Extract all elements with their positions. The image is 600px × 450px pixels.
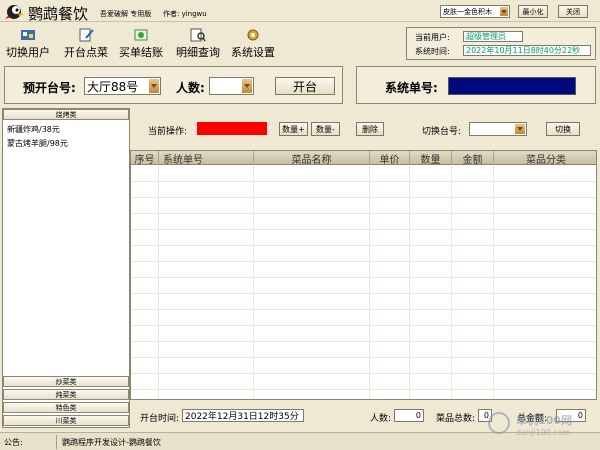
parrot-logo-icon <box>3 2 25 20</box>
chevron-down-icon[interactable] <box>242 79 252 93</box>
footer-people-value: 0 <box>415 411 421 420</box>
category-stirfry-tab[interactable]: 炒菜类 <box>3 376 129 387</box>
col-unit-price[interactable]: 单价 <box>370 151 410 166</box>
author-label: 作者: yingwu <box>163 10 207 18</box>
current-operation-field <box>197 122 267 135</box>
order-number-panel: 系统单号: <box>356 66 596 104</box>
checkout-label: 买单结账 <box>119 46 163 59</box>
current-user-value: 超级管理员 <box>466 32 506 41</box>
app-subtitle: 吾爱破解 专用版 <box>100 10 152 18</box>
watermark-text: danji100.com <box>516 428 571 437</box>
open-table-panel: 预开台号: 大厅88号 人数: 开台 <box>4 66 343 104</box>
skin-select[interactable]: 皮肤一金色积木 <box>440 5 510 18</box>
dish-list-item[interactable]: 蒙古烤羊腿/98元 <box>7 138 68 149</box>
settings-button[interactable]: 系统设置 <box>231 28 275 62</box>
category-sichuan-tab[interactable]: 川菜类 <box>3 415 129 426</box>
open-time-label: 开台时间: <box>140 414 180 424</box>
col-dish-name[interactable]: 菜品名称 <box>254 151 370 166</box>
switch-table-button[interactable]: 切换 <box>546 122 580 136</box>
table-number-label: 预开台号: <box>23 81 76 95</box>
order-table[interactable]: 序号 系统单号 菜品名称 单价 数量 金额 菜品分类 <box>130 150 597 400</box>
system-time-field: 2022年10月11日8时40分22秒 <box>463 45 591 56</box>
watermark: 单机100网 danji100.com <box>488 408 588 444</box>
open-time-field: 2022年12月31日12时35分 <box>182 409 304 422</box>
notice-divider <box>56 435 57 449</box>
order-number-field <box>448 77 576 95</box>
current-user-label: 当前用户: <box>415 33 450 42</box>
people-count-label: 人数: <box>176 81 205 95</box>
table-number-value: 大厅88号 <box>87 79 139 94</box>
col-order-no[interactable]: 系统单号 <box>159 151 254 166</box>
col-quantity[interactable]: 数量 <box>410 151 452 166</box>
dish-list-item[interactable]: 新疆炸鸡/38元 <box>7 124 60 135</box>
footer-people-label: 人数: <box>370 414 392 424</box>
quantity-minus-button[interactable]: 数量- <box>311 122 340 136</box>
notice-text: 鹦鹉程序开发设计-鹦鹉餐饮 <box>62 438 161 447</box>
delete-button[interactable]: 删除 <box>356 122 384 136</box>
settings-gear-icon <box>247 29 259 41</box>
footer-people-field: 0 <box>394 409 424 422</box>
edit-order-icon <box>79 28 94 42</box>
detail-query-button[interactable]: 明细查询 <box>176 28 220 62</box>
people-count-select[interactable] <box>209 77 254 95</box>
system-time-label: 系统时间: <box>415 47 450 56</box>
checkout-button[interactable]: 买单结账 <box>119 28 163 62</box>
detail-query-label: 明细查询 <box>176 46 220 59</box>
chevron-down-icon[interactable] <box>515 124 525 134</box>
open-order-button[interactable]: 开台点菜 <box>64 28 108 62</box>
title-bar: 鹦鹉餐饮 吾爱破解 专用版 作者: yingwu 皮肤一金色积木 最小化 关闭 <box>0 0 600 23</box>
switch-user-icon <box>21 30 35 40</box>
chevron-down-icon[interactable] <box>500 7 508 16</box>
settings-label: 系统设置 <box>231 46 275 59</box>
minimize-button[interactable]: 最小化 <box>518 5 548 18</box>
user-info-panel: 当前用户: 超级管理员 系统时间: 2022年10月11日8时40分22秒 <box>406 27 596 60</box>
open-table-button[interactable]: 开台 <box>275 77 335 95</box>
switch-user-label: 切换用户 <box>6 46 50 59</box>
category-stew-tab[interactable]: 炖菜类 <box>3 389 129 400</box>
watermark-logo-icon <box>488 412 510 434</box>
current-operation-label: 当前操作: <box>148 127 188 137</box>
app-title: 鹦鹉餐饮 <box>28 5 89 23</box>
category-special-tab[interactable]: 特色类 <box>3 402 129 413</box>
category-bbq-tab[interactable]: 烧烤类 <box>3 109 129 120</box>
dish-total-label: 菜品总数: <box>436 414 476 424</box>
skin-select-value: 皮肤一金色积木 <box>443 7 492 16</box>
chevron-down-icon[interactable] <box>149 79 159 93</box>
system-time-value: 2022年10月11日8时40分22秒 <box>466 46 581 55</box>
close-button[interactable]: 关闭 <box>558 5 588 18</box>
col-dish-category[interactable]: 菜品分类 <box>494 151 596 166</box>
table-header: 序号 系统单号 菜品名称 单价 数量 金额 菜品分类 <box>131 151 596 166</box>
watermark-site: 单机100网 <box>516 414 572 427</box>
current-user-field: 超级管理员 <box>463 31 523 42</box>
notice-label: 公告: <box>4 438 23 447</box>
quantity-plus-button[interactable]: 数量+ <box>279 122 308 136</box>
col-seq[interactable]: 序号 <box>131 151 159 166</box>
open-time-value: 2022年12月31日12时35分 <box>185 412 299 422</box>
switch-table-label: 切换台号: <box>422 127 462 137</box>
query-icon <box>190 28 206 42</box>
table-grid <box>131 166 596 399</box>
order-number-label: 系统单号: <box>385 81 438 95</box>
switch-table-select[interactable] <box>469 122 527 136</box>
table-number-select[interactable]: 大厅88号 <box>84 77 161 95</box>
open-order-label: 开台点菜 <box>64 46 108 59</box>
switch-user-button[interactable]: 切换用户 <box>6 28 50 62</box>
col-amount[interactable]: 金额 <box>452 151 494 166</box>
checkout-icon <box>134 29 148 41</box>
